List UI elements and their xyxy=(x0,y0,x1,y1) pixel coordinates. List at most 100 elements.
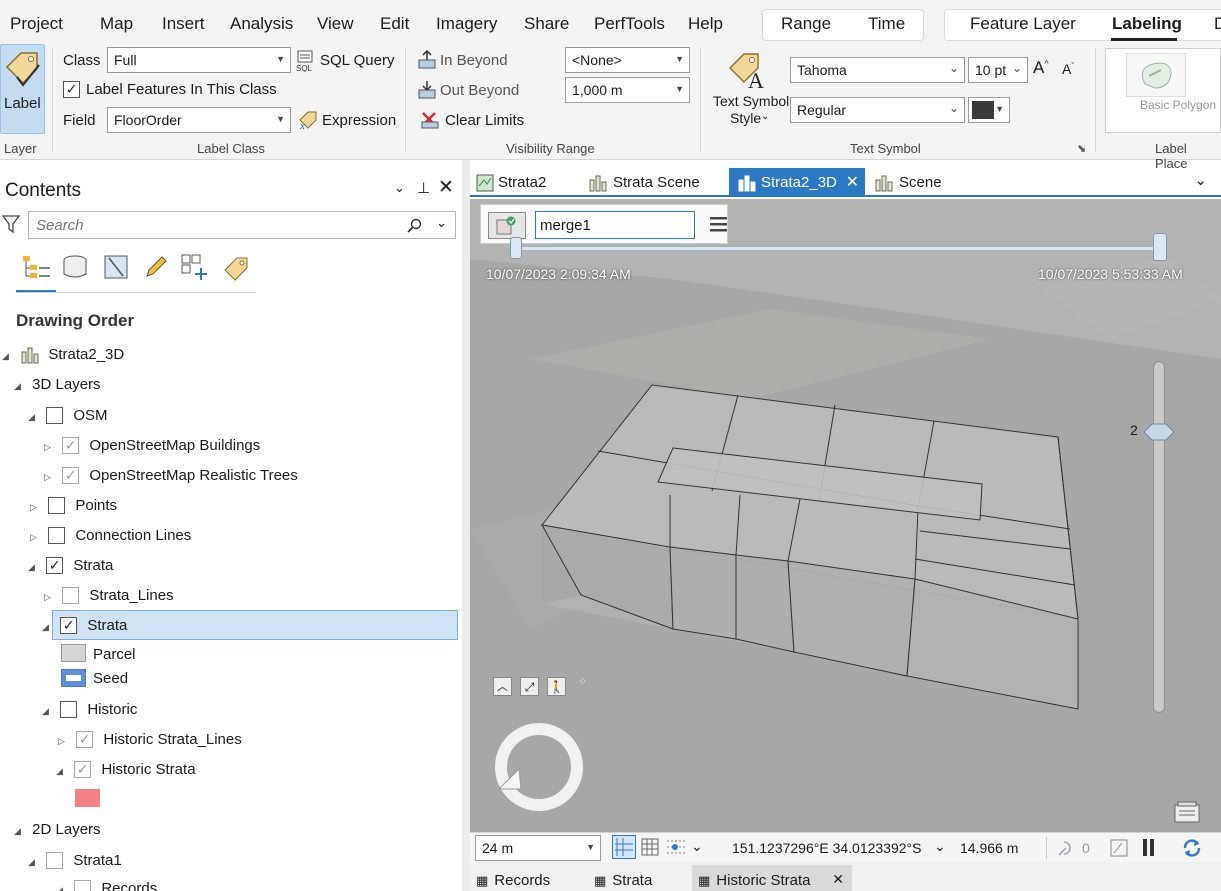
list-by-labeling-icon[interactable] xyxy=(222,254,250,282)
in-beyond-button[interactable]: In Beyond xyxy=(440,52,508,69)
grid-snap-button[interactable] xyxy=(612,835,636,859)
label-features-checkbox[interactable]: ✓ xyxy=(63,81,80,98)
tab-data[interactable]: D xyxy=(1214,14,1221,34)
expanded-icon[interactable]: ◢ xyxy=(56,877,66,891)
sql-query-button[interactable]: SQL Query xyxy=(320,52,394,69)
range-slider-track[interactable] xyxy=(1153,361,1165,713)
walk-mode-icon[interactable]: 🚶 xyxy=(547,677,566,696)
visibility-checkbox[interactable]: ✓ xyxy=(62,436,80,454)
tab-map[interactable]: Map xyxy=(100,14,133,34)
tab-analysis[interactable]: Analysis xyxy=(230,14,293,34)
decrease-font-icon[interactable]: Aˇ xyxy=(1062,61,1074,77)
tab-historic-strata-table[interactable]: ▦ Historic Strata ✕ xyxy=(692,865,852,891)
tab-imagery[interactable]: Imagery xyxy=(436,14,497,34)
tab-edit[interactable]: Edit xyxy=(380,14,409,34)
tab-labeling[interactable]: Labeling xyxy=(1112,14,1182,34)
tree-item-osm-buildings[interactable]: ▷ ✓ OpenStreetMap Buildings xyxy=(44,433,260,459)
scale-dropdown[interactable]: 24 m ▼ xyxy=(475,835,601,861)
expanded-icon[interactable]: ◢ xyxy=(28,404,38,430)
label-toggle-button[interactable]: Label xyxy=(0,44,45,134)
chevron-down-icon[interactable]: ⌄ xyxy=(1194,171,1207,189)
collapsed-icon[interactable]: ▷ xyxy=(44,434,54,460)
range-slider-handle[interactable] xyxy=(1140,421,1176,443)
tree-item-strata1[interactable]: ◢ Strata1 xyxy=(28,848,122,874)
tab-project[interactable]: Project xyxy=(10,14,63,34)
layer-toggle-button[interactable] xyxy=(488,212,526,239)
layer-name-field[interactable]: merge1 xyxy=(535,211,695,239)
list-by-editing-icon[interactable] xyxy=(143,254,169,280)
collapsed-icon[interactable]: ▷ xyxy=(30,494,40,520)
visibility-checkbox[interactable]: ✓ xyxy=(62,466,80,484)
tab-strata2[interactable]: Strata2 xyxy=(476,168,576,197)
tree-item-points[interactable]: ▷ Points xyxy=(30,493,117,519)
expanded-icon[interactable]: ◢ xyxy=(28,554,38,580)
snapping-icon[interactable] xyxy=(665,837,687,857)
visibility-checkbox[interactable]: ✓ xyxy=(74,760,92,778)
out-beyond-dropdown[interactable]: 1,000 m ▼ xyxy=(565,77,690,103)
time-slider-start-handle[interactable] xyxy=(510,237,522,259)
out-beyond-button[interactable]: Out Beyond xyxy=(440,82,519,99)
font-color-picker[interactable]: ▼ xyxy=(968,97,1010,123)
tab-strata-scene[interactable]: Strata Scene xyxy=(588,168,724,197)
tab-insert[interactable]: Insert xyxy=(162,14,205,34)
hamburger-menu-icon[interactable] xyxy=(709,215,729,233)
visibility-checkbox[interactable] xyxy=(46,406,64,424)
expanded-icon[interactable]: ◢ xyxy=(2,343,12,369)
list-by-drawing-order-icon[interactable] xyxy=(22,254,52,280)
tree-item-records[interactable]: ◢ Records xyxy=(56,876,157,891)
tree-item-connection-lines[interactable]: ▷ Connection Lines xyxy=(30,523,191,549)
pane-splitter[interactable] xyxy=(462,160,470,891)
selection-icon[interactable] xyxy=(1056,838,1078,858)
expanded-icon[interactable]: ◢ xyxy=(42,614,52,640)
table-grid-icon[interactable] xyxy=(641,838,659,856)
time-slider-end-handle[interactable] xyxy=(1153,233,1167,261)
pin-icon[interactable]: ⊥ xyxy=(417,179,430,197)
tree-item-strata2-3d[interactable]: ◢ Strata2_3D xyxy=(2,342,124,368)
tree-item-historic-strata[interactable]: ◢ ✓ Historic Strata xyxy=(56,757,196,783)
expand-navigator-icon[interactable]: ⁘ xyxy=(578,675,587,688)
tab-time[interactable]: Time xyxy=(868,14,905,34)
collapsed-icon[interactable]: ▷ xyxy=(58,728,68,754)
basic-polygon-item[interactable] xyxy=(1126,53,1186,97)
bookmarks-icon[interactable] xyxy=(1173,800,1201,824)
close-icon[interactable]: ✕ xyxy=(846,168,859,198)
list-by-selection-icon[interactable] xyxy=(103,254,129,280)
search-input[interactable] xyxy=(29,212,389,239)
tree-item-historic[interactable]: ◢ Historic xyxy=(42,697,137,723)
tab-range[interactable]: Range xyxy=(781,14,831,34)
collapsed-icon[interactable]: ▷ xyxy=(44,584,54,610)
expression-button[interactable]: Expression xyxy=(322,112,396,129)
pause-icon-bar-1[interactable] xyxy=(1143,839,1147,856)
increase-font-icon[interactable]: A^ xyxy=(1033,58,1049,78)
list-by-source-icon[interactable] xyxy=(62,254,88,280)
text-symbol-style-label[interactable]: Text Symbol xyxy=(713,93,789,109)
collapsed-icon[interactable]: ▷ xyxy=(30,524,40,550)
tab-records-table[interactable]: ▦ Records xyxy=(476,872,550,889)
pitch-up-icon[interactable]: ︿ xyxy=(493,677,512,696)
dialog-launcher-icon[interactable]: ⬊ xyxy=(1077,142,1086,155)
close-icon[interactable]: ✕ xyxy=(438,176,454,199)
scene-view[interactable]: merge1 10/07/2023 2:09:34 AM 10/07/2023 … xyxy=(470,199,1221,832)
expanded-icon[interactable]: ◢ xyxy=(28,849,38,875)
expanded-icon[interactable]: ◢ xyxy=(14,818,24,844)
pause-icon-bar-2[interactable] xyxy=(1150,839,1154,856)
font-size-dropdown[interactable]: 10 pt ⌄ xyxy=(968,57,1028,83)
visibility-checkbox[interactable] xyxy=(48,496,66,514)
list-by-snapping-icon[interactable] xyxy=(181,254,211,282)
expanded-icon[interactable]: ◢ xyxy=(56,758,66,784)
tree-item-strata-lines[interactable]: ▷ Strata_Lines xyxy=(44,583,174,609)
expanded-icon[interactable]: ◢ xyxy=(14,373,24,399)
tab-perftools[interactable]: PerfTools xyxy=(594,14,665,34)
visibility-checkbox[interactable]: ✓ xyxy=(46,556,64,574)
tree-item-3d-layers[interactable]: ◢ 3D Layers xyxy=(14,372,101,398)
field-dropdown[interactable]: FloorOrder ▼ xyxy=(107,107,291,133)
tab-strata2-3d[interactable]: Strata2_3D ✕ xyxy=(729,168,865,197)
visibility-checkbox[interactable]: ✓ xyxy=(76,730,94,748)
visibility-checkbox[interactable] xyxy=(62,586,80,604)
class-dropdown[interactable]: Full ▼ xyxy=(107,47,291,73)
full-extent-icon[interactable]: ⤢ xyxy=(520,677,539,696)
tree-item-2d-layers[interactable]: ◢ 2D Layers xyxy=(14,817,101,843)
search-icon[interactable] xyxy=(407,218,423,234)
tab-strata-table[interactable]: ▦ Strata xyxy=(594,872,652,889)
in-beyond-dropdown[interactable]: <None> ▼ xyxy=(565,47,690,73)
